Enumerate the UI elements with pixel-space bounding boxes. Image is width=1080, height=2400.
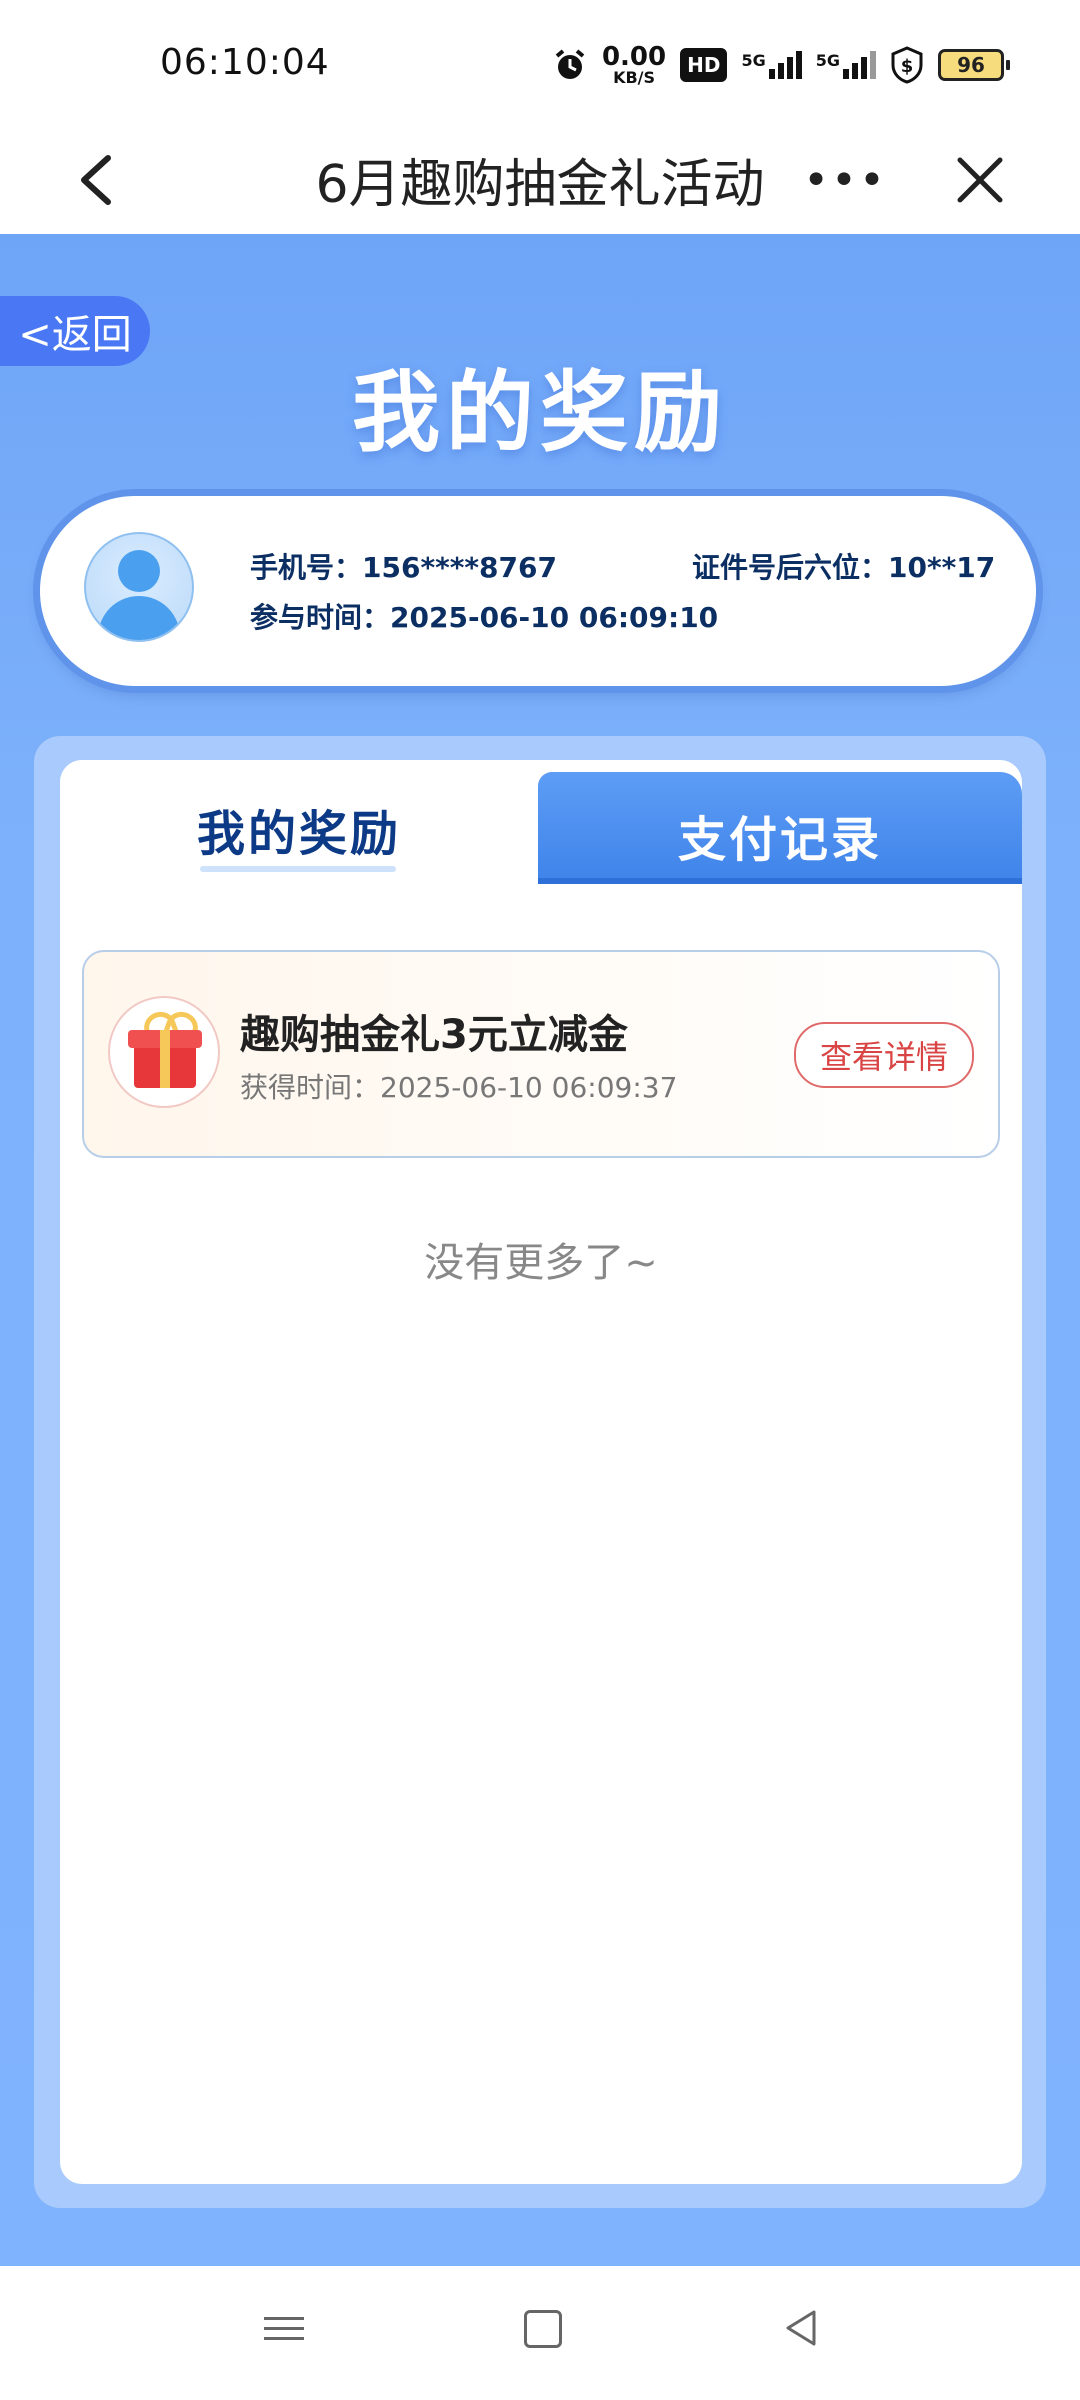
net-speed: 0.00 KB/S — [602, 44, 666, 86]
phone-row: 手机号：156****8767 — [250, 546, 557, 586]
gift-icon — [108, 996, 220, 1108]
user-info-card: 手机号：156****8767 证件号后六位：10**17 参与时间：2025-… — [40, 496, 1036, 686]
svg-text:$: $ — [901, 56, 914, 77]
tab-label: 支付记录 — [677, 812, 882, 868]
status-icons: 0.00 KB/S HD 5G 5G $ 96 — [552, 40, 1010, 90]
tab-my-rewards[interactable]: 我的奖励 — [60, 760, 538, 884]
rewards-panel: 支付记录 我的奖励 趣购抽金礼3元立减金 获得时间：2025-06-10 06:… — [34, 736, 1046, 2208]
tab-label: 我的奖励 — [196, 806, 401, 862]
rewards-panel-inner: 支付记录 我的奖励 趣购抽金礼3元立减金 获得时间：2025-06-10 06:… — [60, 760, 1022, 2184]
id-value: 10**17 — [888, 551, 996, 584]
battery-icon: 96 — [938, 49, 1010, 81]
back-triangle-icon[interactable] — [780, 2306, 820, 2350]
hd-icon: HD — [680, 48, 728, 82]
page-heading: 我的奖励 — [351, 361, 728, 464]
alarm-icon — [555, 49, 585, 79]
status-bar: 06:10:04 0.00 KB/S HD 5G 5G $ 96 — [0, 0, 1080, 130]
join-time-label: 参与时间： — [250, 601, 391, 634]
nav-bar: 6月趣购抽金礼活动 ••• — [0, 130, 1080, 234]
shield-dollar-icon: $ — [891, 46, 923, 84]
join-time-value: 2025-06-10 06:09:10 — [390, 601, 719, 634]
avatar — [84, 532, 194, 642]
close-icon[interactable] — [950, 140, 1010, 220]
view-details-button[interactable]: 查看详情 — [794, 1022, 974, 1088]
page-content: <返回 我的奖励 手机号：156****8767 证件号后六位：10**17 参… — [0, 234, 1080, 2266]
signal-label: 5G — [815, 51, 840, 70]
id-label: 证件号后六位： — [692, 551, 889, 584]
avatar-head — [118, 550, 160, 592]
list-end-text: 没有更多了~ — [424, 1240, 658, 1286]
battery-level: 96 — [938, 49, 1004, 81]
phone-label: 手机号： — [250, 551, 363, 584]
signal-label: 5G — [741, 51, 766, 70]
net-speed-value: 0.00 — [601, 42, 667, 72]
signal-5g-icon: 5G — [741, 51, 802, 79]
nav-title: 6月趣购抽金礼活动 — [315, 155, 765, 215]
join-time-row: 参与时间：2025-06-10 06:09:10 — [250, 596, 718, 636]
phone-value: 156****8767 — [362, 551, 557, 584]
system-nav-bar — [0, 2266, 1080, 2400]
reward-time-value: 2025-06-10 06:09:37 — [380, 1071, 678, 1104]
reward-title: 趣购抽金礼3元立减金 — [240, 1012, 628, 1058]
more-icon[interactable]: ••• — [803, 140, 885, 220]
home-icon[interactable] — [524, 2310, 562, 2348]
tab-payment-records[interactable]: 支付记录 — [538, 772, 1022, 884]
tab-underline — [200, 866, 396, 872]
id-row: 证件号后六位：10**17 — [692, 546, 995, 586]
status-time: 06:10:04 — [160, 42, 330, 83]
signal-5g-icon: 5G — [816, 51, 876, 79]
reward-time-label: 获得时间： — [240, 1071, 381, 1104]
avatar-body — [98, 596, 180, 640]
reward-time: 获得时间：2025-06-10 06:09:37 — [240, 1066, 677, 1106]
reward-item: 趣购抽金礼3元立减金 获得时间：2025-06-10 06:09:37 查看详情 — [82, 950, 1000, 1158]
net-speed-unit: KB/S — [613, 68, 656, 87]
menu-icon[interactable] — [264, 2310, 304, 2350]
